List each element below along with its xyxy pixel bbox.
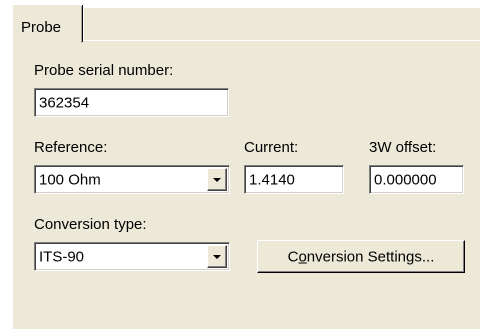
current-input[interactable]: 1.4140: [244, 165, 344, 194]
reference-label: Reference:: [34, 139, 108, 156]
probe-serial-input[interactable]: 362354: [34, 88, 229, 117]
conversion-settings-button[interactable]: Conversion Settings...: [257, 240, 465, 273]
conversion-settings-label-rest: nversion Settings...: [306, 248, 435, 265]
probe-settings-window: Probe Probe serial number: 362354 Refere…: [0, 0, 480, 329]
probe-serial-value: 362354: [39, 94, 90, 111]
conversion-settings-label-prefix: C: [287, 248, 299, 265]
conversion-type-select[interactable]: ITS-90: [34, 242, 230, 271]
tab-probe[interactable]: Probe: [12, 4, 83, 43]
tab-probe-label: Probe: [21, 19, 62, 36]
reference-dropdown-button[interactable]: [207, 168, 227, 191]
offset-3w-label: 3W offset:: [369, 139, 437, 156]
tab-strip: [84, 8, 480, 41]
conversion-settings-mnemonic: o: [298, 248, 307, 265]
current-value: 1.4140: [249, 171, 295, 188]
conversion-type-dropdown-button[interactable]: [207, 245, 227, 268]
chevron-down-icon: [213, 254, 221, 259]
chevron-down-icon: [213, 177, 221, 182]
offset-3w-value: 0.000000: [374, 171, 437, 188]
offset-3w-input[interactable]: 0.000000: [369, 165, 464, 194]
conversion-settings-label: Conversion Settings...: [258, 248, 464, 265]
probe-panel: Probe serial number: 362354 Reference: 1…: [12, 41, 480, 329]
conversion-type-label: Conversion type:: [34, 216, 147, 233]
current-label: Current:: [244, 139, 299, 156]
reference-value: 100 Ohm: [39, 171, 101, 188]
probe-serial-label: Probe serial number:: [34, 62, 174, 79]
conversion-type-value: ITS-90: [39, 248, 85, 265]
reference-select[interactable]: 100 Ohm: [34, 165, 230, 194]
